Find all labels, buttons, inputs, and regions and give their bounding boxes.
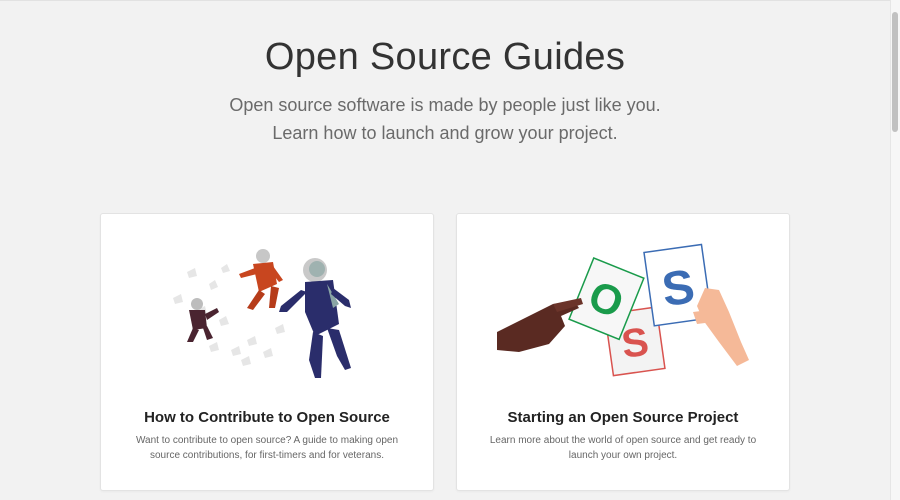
guide-card-contribute[interactable]: How to Contribute to Open Source Want to…: [100, 213, 434, 491]
card-description: Want to contribute to open source? A gui…: [135, 435, 399, 461]
card-title: How to Contribute to Open Source: [144, 409, 390, 426]
orange-astronaut: [239, 249, 283, 310]
oss-cards-illustration: S O S: [497, 243, 749, 377]
navy-astronaut: [279, 258, 351, 378]
page-title: Open Source Guides: [264, 36, 626, 78]
vertical-scrollbar[interactable]: [890, 0, 900, 500]
peach-hand: [693, 288, 749, 366]
subtitle-line-1: Open source software is made by people j…: [229, 95, 661, 115]
page: Open Source Guides Open source software …: [0, 0, 890, 500]
astronauts-illustration: [173, 249, 351, 378]
guide-card-starting[interactable]: S O S Starting an Open Source Project Le…: [456, 213, 790, 491]
brown-hand: [497, 298, 583, 352]
subtitle-line-2: Learn how to launch and grow your projec…: [272, 123, 618, 143]
scrollbar-thumb[interactable]: [892, 12, 898, 132]
card-title: Starting an Open Source Project: [507, 409, 739, 426]
page-subtitle: Open source software is made by people j…: [0, 91, 890, 147]
small-astronaut: [187, 298, 219, 342]
card-description: Learn more about the world of open sourc…: [489, 435, 757, 461]
